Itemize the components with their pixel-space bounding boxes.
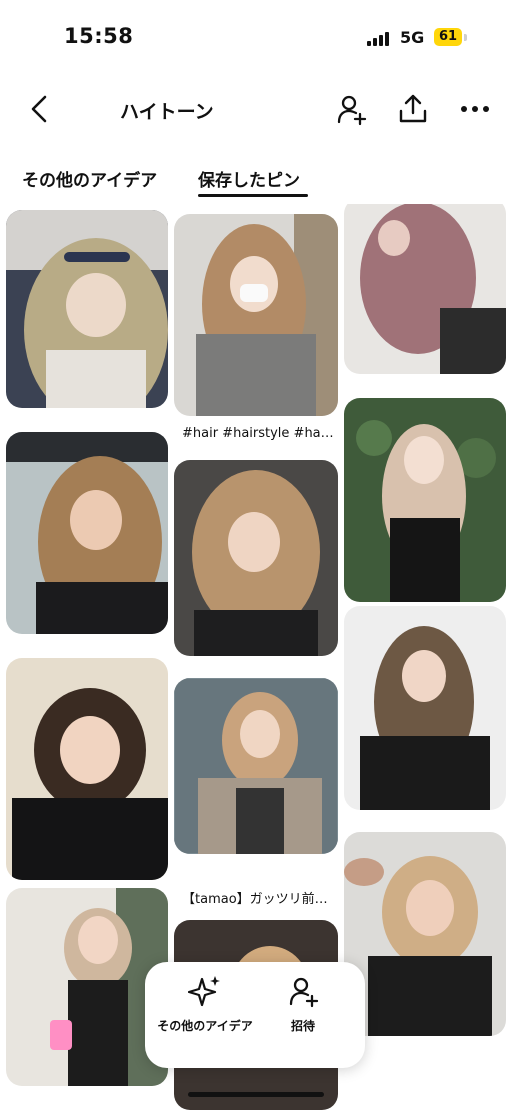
back-button[interactable] bbox=[24, 92, 58, 126]
add-person-icon bbox=[289, 977, 319, 1008]
pin-photo bbox=[6, 210, 168, 408]
pin-photo bbox=[344, 398, 506, 602]
battery-cap bbox=[464, 34, 467, 41]
share-button[interactable] bbox=[396, 92, 430, 126]
pin-image[interactable] bbox=[344, 398, 506, 602]
board-title: ハイトーン bbox=[120, 101, 214, 123]
more-options-button[interactable] bbox=[458, 92, 492, 126]
status-time: 15:58 bbox=[64, 24, 134, 48]
pin-image[interactable] bbox=[344, 606, 506, 810]
pin-photo bbox=[174, 214, 338, 416]
tab-more-ideas[interactable]: その他のアイデア bbox=[22, 166, 157, 191]
more-ideas-label: その他のアイデア bbox=[157, 1019, 253, 1033]
sparkle-icon bbox=[187, 976, 220, 1007]
pin-image[interactable] bbox=[6, 658, 168, 880]
pin-image[interactable] bbox=[174, 214, 338, 416]
board-tabs: その他のアイデア 保存したピン bbox=[0, 160, 512, 204]
tab-saved-pins[interactable]: 保存したピン bbox=[198, 166, 300, 191]
pin-image[interactable] bbox=[6, 888, 168, 1086]
pin-caption: #hair #hairstyle #ha… bbox=[182, 426, 334, 441]
status-bar: 15:58 5G 61 bbox=[0, 0, 512, 78]
board-header: ハイトーン bbox=[0, 78, 512, 144]
more-ideas-button[interactable]: その他のアイデア bbox=[155, 974, 255, 1035]
pin-image[interactable] bbox=[344, 832, 506, 1036]
share-icon bbox=[399, 94, 427, 123]
pin-caption: 【tamao】ガッツリ前… bbox=[182, 892, 328, 907]
add-collaborator-button[interactable] bbox=[334, 92, 368, 126]
pin-photo bbox=[344, 204, 506, 374]
pin-photo bbox=[6, 658, 168, 880]
tab-selected-indicator bbox=[198, 194, 308, 197]
network-label: 5G bbox=[400, 28, 425, 47]
pin-photo bbox=[174, 460, 338, 656]
pin-photo bbox=[6, 888, 168, 1086]
invite-button[interactable]: 招待 bbox=[253, 974, 353, 1035]
pin-image[interactable] bbox=[6, 210, 168, 408]
battery-icon: 61 bbox=[434, 28, 462, 46]
signal-icon bbox=[367, 32, 391, 46]
pin-photo bbox=[344, 832, 506, 1036]
more-icon bbox=[461, 106, 489, 112]
pin-image[interactable] bbox=[174, 460, 338, 656]
floating-action-bar: その他のアイデア 招待 bbox=[145, 962, 365, 1068]
pin-image[interactable] bbox=[174, 678, 338, 854]
invite-label: 招待 bbox=[290, 1019, 315, 1033]
pin-photo bbox=[174, 678, 338, 854]
add-collaborator-icon bbox=[337, 95, 367, 126]
pin-image[interactable] bbox=[6, 432, 168, 634]
pin-photo bbox=[344, 606, 506, 810]
back-arrow-icon bbox=[31, 95, 47, 123]
pin-image[interactable] bbox=[344, 204, 506, 374]
home-indicator[interactable] bbox=[188, 1092, 324, 1097]
pin-photo bbox=[6, 432, 168, 634]
